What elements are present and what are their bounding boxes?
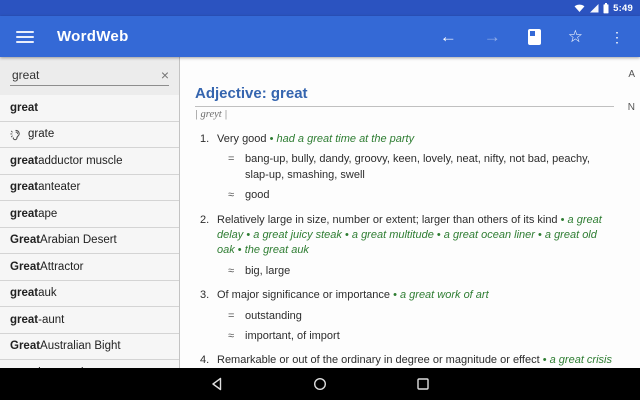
synonym-line: =bang-up, bully, dandy, groovy, keen, lo…: [227, 152, 614, 183]
list-item[interactable]: grate: [0, 122, 179, 149]
list-item[interactable]: Great Arabian Desert: [0, 228, 179, 255]
star-icon[interactable]: ☆: [568, 28, 583, 45]
definition-pane: Adjective: great | greyt | 1.Very good •…: [180, 57, 640, 368]
synonym-line: ≈important, of import: [227, 329, 614, 344]
jump-letter-adjective[interactable]: A: [628, 69, 635, 80]
sense-list: 1.Very good • had a great time at the pa…: [195, 132, 614, 368]
nav-home-icon[interactable]: [313, 377, 327, 391]
list-item[interactable]: great anteater: [0, 175, 179, 202]
list-item[interactable]: great-aunt: [0, 307, 179, 334]
synonym-line: ≈good: [227, 188, 614, 203]
overflow-menu-icon[interactable]: ⋮: [610, 30, 624, 44]
synonym-line: ≈big, large: [227, 264, 614, 279]
nav-back-icon[interactable]: [210, 377, 224, 391]
signal-icon: [589, 3, 599, 13]
clear-icon[interactable]: ×: [161, 68, 169, 82]
back-icon[interactable]: ←: [440, 28, 457, 45]
list-item[interactable]: great auk: [0, 281, 179, 308]
sidebar: × great grategreat adductor musclegreat …: [0, 57, 180, 368]
list-item[interactable]: great ape: [0, 201, 179, 228]
app-title: WordWeb: [57, 28, 129, 45]
search-row: ×: [0, 57, 179, 95]
wifi-icon: [574, 3, 585, 13]
sound-icon: [10, 128, 23, 141]
search-input[interactable]: [10, 66, 169, 86]
content-area: × great grategreat adductor musclegreat …: [0, 57, 640, 368]
nav-recents-icon[interactable]: [416, 377, 430, 391]
divider: [195, 106, 614, 107]
page-title: Adjective: great: [195, 85, 614, 102]
battery-icon: [603, 3, 609, 14]
status-bar: 5:49: [0, 0, 640, 16]
list-item[interactable]: great barracuda: [0, 360, 179, 368]
word-list: great grategreat adductor musclegreat an…: [0, 95, 179, 368]
book-icon[interactable]: [528, 29, 541, 45]
android-nav-bar: [0, 368, 640, 400]
sense: 4.Remarkable or out of the ordinary in d…: [195, 353, 614, 368]
list-item[interactable]: Great Australian Bight: [0, 334, 179, 361]
sense: 3.Of major significance or importance • …: [195, 288, 614, 344]
sense: 1.Very good • had a great time at the pa…: [195, 132, 614, 204]
jump-letter-noun[interactable]: N: [628, 102, 635, 113]
synonym-line: =outstanding: [227, 309, 614, 324]
app-bar: WordWeb ← → ☆ ⋮: [0, 16, 640, 57]
list-item[interactable]: great adductor muscle: [0, 148, 179, 175]
status-time: 5:49: [613, 3, 633, 14]
list-item[interactable]: Great Attractor: [0, 254, 179, 281]
pronunciation: | greyt |: [195, 109, 614, 120]
menu-icon[interactable]: [16, 28, 34, 46]
forward-icon[interactable]: →: [484, 28, 501, 45]
list-item[interactable]: great: [0, 95, 179, 122]
sense: 2.Relatively large in size, number or ex…: [195, 213, 614, 280]
